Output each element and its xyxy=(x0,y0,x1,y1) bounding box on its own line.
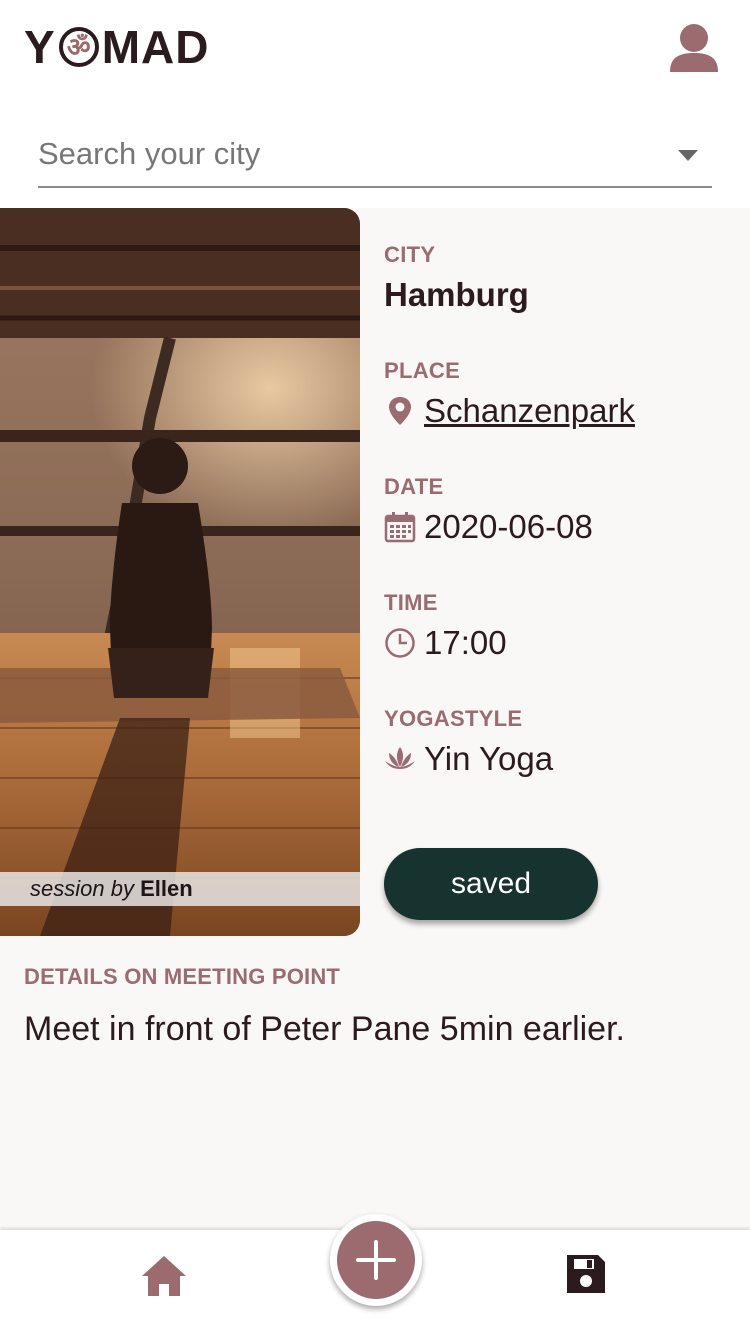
city-search[interactable] xyxy=(38,124,712,188)
lotus-icon xyxy=(384,743,416,775)
place-row: Schanzenpark xyxy=(384,392,635,430)
date-label: DATE xyxy=(384,474,444,499)
details-text: Meet in front of Peter Pane 5min earlier… xyxy=(24,1010,625,1048)
map-pin-icon xyxy=(384,395,416,427)
session-credit: session by Ellen xyxy=(0,872,360,906)
logo-letter-y: Y xyxy=(24,21,56,73)
add-session-button[interactable] xyxy=(330,1214,422,1306)
home-icon[interactable] xyxy=(140,1254,188,1298)
yogastyle-row: Yin Yoga xyxy=(384,740,553,778)
date-value: 2020-06-08 xyxy=(424,508,593,545)
yogastyle-value: Yin Yoga xyxy=(424,740,554,777)
place-link[interactable]: Schanzenpark xyxy=(424,392,635,430)
details-label: DETAILS ON MEETING POINT xyxy=(24,964,341,989)
caret-down-icon[interactable] xyxy=(678,150,698,161)
plus-icon xyxy=(337,1221,415,1299)
session-photo: session by Ellen xyxy=(0,208,360,936)
logo-letters-mad: MAD xyxy=(101,21,210,73)
floppy-disk-icon[interactable] xyxy=(564,1252,608,1296)
time-value: 17:00 xyxy=(424,624,507,661)
date-row: 2020-06-08 xyxy=(384,508,593,546)
calendar-icon xyxy=(384,511,416,543)
city-value: Hamburg xyxy=(384,276,529,313)
yomad-logo[interactable]: Y ॐ MAD xyxy=(24,24,209,70)
saved-button[interactable]: saved xyxy=(384,848,598,920)
clock-icon xyxy=(384,627,416,659)
session-card: session by Ellen CITY Hamburg PLACE Scha… xyxy=(0,208,750,1230)
bottom-nav xyxy=(0,1214,750,1334)
city-label: CITY xyxy=(384,242,436,267)
credit-prefix: session by xyxy=(30,876,134,901)
credit-name: Ellen xyxy=(140,876,193,901)
app-screen: Y ॐ MAD Search your city session by Elle… xyxy=(0,0,750,1334)
app-header: Y ॐ MAD xyxy=(0,0,750,100)
yogastyle-label: YOGASTYLE xyxy=(384,706,523,731)
om-icon: ॐ xyxy=(58,27,99,67)
time-label: TIME xyxy=(384,590,438,615)
search-input[interactable] xyxy=(38,124,658,184)
time-row: 17:00 xyxy=(384,624,507,662)
user-icon[interactable] xyxy=(664,22,724,76)
place-label: PLACE xyxy=(384,358,461,383)
